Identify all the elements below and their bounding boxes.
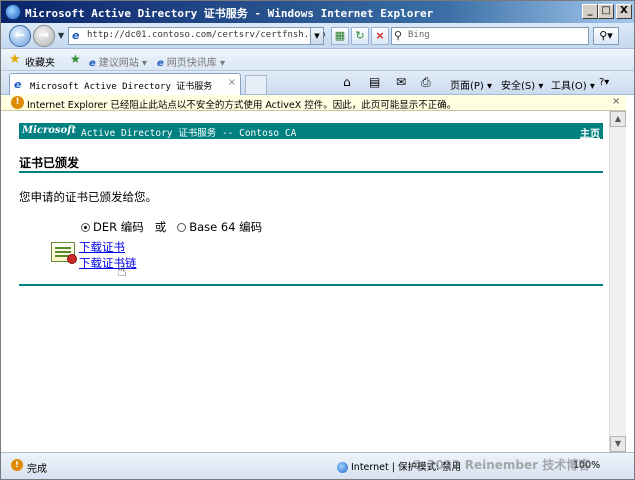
tab-row: e Microsoft Active Directory 证书服务 × ⌂ ▤ … <box>1 71 634 95</box>
compatibility-view-button[interactable]: ▦ <box>331 27 349 45</box>
ie-e-icon: e <box>89 58 96 69</box>
title-bar: Microsoft Active Directory 证书服务 - Window… <box>1 1 634 23</box>
info-bar-close-icon[interactable]: × <box>612 96 620 107</box>
ie-e-icon: e <box>157 58 164 69</box>
info-bar-text: Internet Explorer 已经阻止此站点以不安全的方式使用 Activ… <box>27 100 457 111</box>
ie-e-icon: e <box>14 78 22 91</box>
scroll-down-arrow-icon[interactable]: ▼ <box>610 436 626 452</box>
safety-menu[interactable]: 安全(S) ▾ <box>501 77 543 92</box>
favorites-star-icon[interactable]: ★ <box>9 52 21 67</box>
page-title: 证书已颁发 <box>19 156 80 170</box>
encoding-options: DER 编码 或 Base 64 编码 <box>81 219 262 235</box>
issued-message: 您申请的证书已颁发给您。 <box>19 190 157 204</box>
der-encoding-radio[interactable]: DER 编码 <box>81 220 144 234</box>
browser-window: Microsoft Active Directory 证书服务 - Window… <box>0 0 635 480</box>
refresh-button[interactable]: ↻ <box>351 27 369 45</box>
back-button[interactable]: ← <box>9 25 31 47</box>
mail-icon[interactable]: ✉ <box>396 75 406 89</box>
divider <box>19 284 603 286</box>
favorites-button[interactable]: 收藏夹 <box>25 54 55 69</box>
search-go-button[interactable]: ⚲▾ <box>593 27 619 45</box>
tab-title: Microsoft Active Directory 证书服务 <box>30 82 213 92</box>
web-slice-gallery-link[interactable]: e 网页快讯库 ▾ <box>157 54 225 69</box>
header-title: Active Directory 证书服务 -- Contoso CA <box>81 128 297 139</box>
search-input[interactable]: Bing <box>408 30 430 40</box>
window-title: Microsoft Active Directory 证书服务 - Window… <box>25 7 434 20</box>
favorites-bar: ★ 收藏夹 ★ e 建议网站 ▾ e 网页快讯库 ▾ <box>1 49 634 71</box>
page-menu[interactable]: 页面(P) ▾ <box>450 77 492 92</box>
new-tab-button[interactable] <box>245 75 267 95</box>
search-box[interactable]: ⚲ Bing <box>391 27 589 45</box>
divider <box>19 171 603 173</box>
status-warning-icon[interactable]: ! <box>11 459 23 471</box>
header-brand: Microsoft <box>22 125 77 136</box>
close-tab-icon[interactable]: × <box>228 77 236 88</box>
warning-shield-icon: ! <box>11 96 24 109</box>
download-certificate-chain-link[interactable]: 下载证书链 <box>79 255 137 271</box>
tab-active[interactable]: e Microsoft Active Directory 证书服务 × <box>9 73 241 95</box>
recent-pages-chevron-icon[interactable]: ▼ <box>58 31 64 40</box>
address-bar[interactable]: e http://dc01.contoso.com/certsrv/certfn… <box>68 27 325 45</box>
certificate-icon <box>51 242 77 264</box>
close-window-button[interactable]: X <box>616 4 632 19</box>
forward-button[interactable]: → <box>33 25 55 47</box>
ie-logo-icon <box>5 4 21 20</box>
maximize-button[interactable]: □ <box>598 4 614 19</box>
minimize-button[interactable]: _ <box>582 4 598 19</box>
feeds-icon[interactable]: ▤ <box>369 75 380 89</box>
print-icon[interactable]: ⎙ <box>421 75 431 90</box>
stop-button[interactable]: × <box>371 27 389 45</box>
download-certificate-link[interactable]: 下载证书 <box>79 239 125 255</box>
add-to-favorites-icon[interactable]: ★ <box>70 52 81 66</box>
globe-icon <box>337 462 348 473</box>
page-e-icon: e <box>72 29 80 42</box>
hand-cursor-icon: ☝ <box>117 261 127 280</box>
info-bar[interactable]: ! Internet Explorer 已经阻止此站点以不安全的方式使用 Act… <box>1 95 626 111</box>
suggested-sites-link[interactable]: e 建议网站 ▾ <box>89 54 147 69</box>
base64-encoding-radio[interactable]: Base 64 编码 <box>177 220 262 234</box>
or-label: 或 <box>154 220 167 234</box>
page-content: Microsoft Active Directory 证书服务 -- Conto… <box>1 111 609 452</box>
address-dropdown-button[interactable]: ▼ <box>310 28 323 44</box>
help-menu[interactable]: ?▾ <box>599 77 609 88</box>
home-icon[interactable]: ⌂ <box>343 75 351 89</box>
bing-search-icon: ⚲ <box>394 29 403 42</box>
watermark: © 2012 Reinember 技术博客 <box>411 458 591 472</box>
scroll-up-arrow-icon[interactable]: ▲ <box>610 111 626 127</box>
home-link[interactable]: 主页 <box>580 125 600 140</box>
tools-menu[interactable]: 工具(O) ▾ <box>551 77 595 92</box>
radio-unselected-icon[interactable] <box>177 223 187 232</box>
page-header-bar: Microsoft Active Directory 证书服务 -- Conto… <box>19 123 603 140</box>
address-input[interactable]: http://dc01.contoso.com/certsrv/certfnsh… <box>87 30 325 40</box>
address-row: ← → ▼ e http://dc01.contoso.com/certsrv/… <box>1 23 634 49</box>
vertical-scrollbar[interactable]: ▲ ▼ <box>609 111 626 452</box>
radio-selected-icon[interactable] <box>81 223 90 232</box>
status-text: 完成 <box>27 464 47 475</box>
